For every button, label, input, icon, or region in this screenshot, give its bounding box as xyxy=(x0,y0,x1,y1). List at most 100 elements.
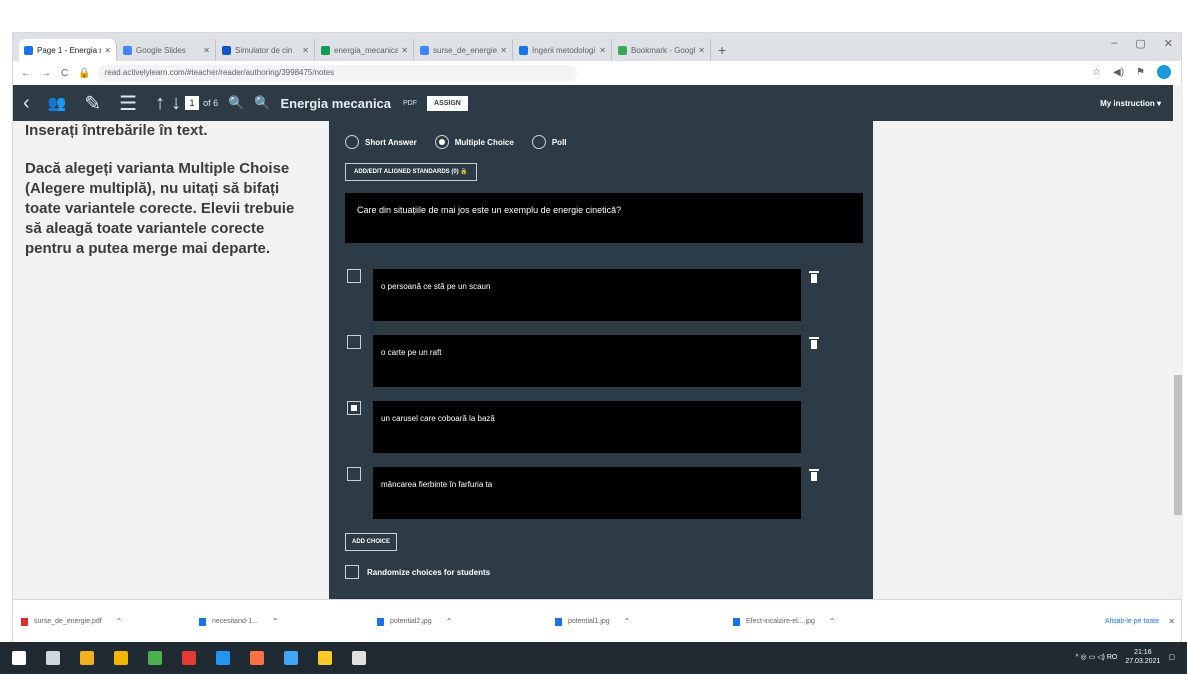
notification-icon[interactable]: ▢ xyxy=(1168,653,1175,661)
media-icon[interactable]: ◀) xyxy=(1113,67,1124,78)
windows-icon[interactable] xyxy=(12,651,26,665)
add-choice-button[interactable]: ADD CHOICE xyxy=(345,533,398,551)
question-text-field[interactable]: Care din situațiile de mai jos este un e… xyxy=(345,193,863,243)
radio-circle xyxy=(345,135,359,149)
page-count: of 6 xyxy=(203,98,219,108)
choice-text-field[interactable]: o carte pe un raft xyxy=(373,335,801,387)
close-tab-icon[interactable]: ✕ xyxy=(698,46,705,55)
close-tab-icon[interactable]: ✕ xyxy=(599,46,606,55)
system-tray: ^ ◎ ▭ ◁) RO 21:16 27.03.2021 ▢ xyxy=(1075,648,1175,666)
randomize-option[interactable]: Randomize choices for students xyxy=(345,565,490,579)
correct-checkbox[interactable] xyxy=(347,335,361,349)
chevron-up-icon[interactable]: ⌃ xyxy=(116,617,123,626)
url-field[interactable]: read.activelylearn.com/#teacher/reader/a… xyxy=(96,65,577,81)
aligned-standards-button[interactable]: ADD/EDIT ALIGNED STANDARDS (0) 🔒 xyxy=(345,163,477,181)
page-number-input[interactable]: 1 xyxy=(185,96,200,110)
notes-icon[interactable]: ☰ xyxy=(119,91,137,116)
profile-avatar[interactable] xyxy=(1157,65,1171,79)
chevron-left-icon[interactable]: ‹ xyxy=(23,92,30,115)
trash-icon[interactable] xyxy=(809,271,819,283)
new-tab-button[interactable]: + xyxy=(718,42,726,58)
reload-icon[interactable]: C xyxy=(61,68,68,79)
file-explorer-icon[interactable] xyxy=(80,651,94,665)
browser-tab[interactable]: Bookmark - Google Sea✕ xyxy=(613,39,711,61)
edit-icon[interactable]: ✎ xyxy=(84,91,101,116)
browser-tab[interactable]: Ingerii metodologi ✕ xyxy=(514,39,612,61)
download-item[interactable]: potential2.jpg ⌃ xyxy=(377,617,555,626)
maximize-button[interactable]: ▢ xyxy=(1135,37,1145,50)
arrow-up-icon[interactable]: ↑ xyxy=(155,92,165,115)
radio-short-answer[interactable]: Short Answer xyxy=(345,135,417,149)
page-scrollbar[interactable] xyxy=(1173,85,1183,599)
tab-title: Bookmark - Google Sea xyxy=(631,45,695,55)
clock[interactable]: 21:16 27.03.2021 xyxy=(1125,648,1160,666)
bookmark-star-icon[interactable]: ☆ xyxy=(1092,67,1101,78)
chrome-icon[interactable] xyxy=(114,651,128,665)
download-item[interactable]: Efect-incalzire-el....jpg ⌃ xyxy=(733,617,911,626)
choice-text-field[interactable]: o persoană ce stă pe un scaun xyxy=(373,269,801,321)
trash-icon[interactable] xyxy=(809,469,819,481)
tab-favicon xyxy=(420,45,429,55)
tab-favicon xyxy=(519,45,528,55)
download-item[interactable]: potential1.jpg ⌃ xyxy=(555,617,733,626)
show-all-downloads-link[interactable]: Afișați-le pe toate xyxy=(1105,618,1159,625)
chevron-up-icon[interactable]: ⌃ xyxy=(446,617,453,626)
close-tab-icon[interactable]: ✕ xyxy=(104,46,111,55)
radio-multiple-choice[interactable]: Multiple Choice xyxy=(434,135,514,149)
scrollbar-thumb[interactable] xyxy=(1174,375,1182,515)
tab-title: surse_de_energie xyxy=(433,45,498,55)
tab-strip: Page 1 - Energia meca✕Google Slides✕Simu… xyxy=(13,33,1181,61)
browser-tab[interactable]: Simulator de cin ✕ xyxy=(217,39,315,61)
browser-tab[interactable]: energia_mecanica ✕ xyxy=(316,39,414,61)
correct-checkbox[interactable] xyxy=(347,401,361,415)
close-tab-icon[interactable]: ✕ xyxy=(500,46,507,55)
download-item[interactable]: necesitand-1... ⌃ xyxy=(199,617,377,626)
forward-icon[interactable]: → xyxy=(41,68,51,79)
randomize-checkbox[interactable] xyxy=(345,565,359,579)
trash-icon[interactable] xyxy=(809,337,819,349)
minimize-button[interactable]: – xyxy=(1111,37,1117,50)
my-instruction-menu[interactable]: My instruction ▾ xyxy=(1100,99,1161,108)
tray-icons[interactable]: ^ ◎ ▭ ◁) RO xyxy=(1075,653,1117,661)
choice-text-field[interactable]: un carusel care coboară la bază xyxy=(373,401,801,453)
correct-checkbox[interactable] xyxy=(347,269,361,283)
choice-text-field[interactable]: mâncarea fierbinte în farfuria ta xyxy=(373,467,801,519)
browser-tab[interactable]: surse_de_energie ✕ xyxy=(415,39,513,61)
close-tab-icon[interactable]: ✕ xyxy=(401,46,408,55)
radio-poll[interactable]: Poll xyxy=(531,135,567,149)
correct-checkbox[interactable] xyxy=(347,467,361,481)
assign-button[interactable]: ASSIGN xyxy=(427,95,468,111)
extension-icon[interactable]: ⚑ xyxy=(1136,67,1145,78)
browser-tab[interactable]: Page 1 - Energia meca✕ xyxy=(19,39,117,61)
download-item[interactable]: surse_de_energie.pdf ⌃ xyxy=(21,617,199,626)
file-icon xyxy=(377,617,384,626)
pdf-button[interactable]: PDF xyxy=(403,100,417,107)
opera-icon[interactable] xyxy=(182,651,196,665)
chevron-up-icon[interactable]: ⌃ xyxy=(272,617,279,626)
chevron-up-icon[interactable]: ⌃ xyxy=(624,617,631,626)
photoshop-icon[interactable] xyxy=(216,651,230,665)
close-tab-icon[interactable]: ✕ xyxy=(203,46,210,55)
chevron-up-icon[interactable]: ⌃ xyxy=(829,617,836,626)
back-icon[interactable]: ← xyxy=(21,68,31,79)
zoom-out-icon[interactable]: 🔍 xyxy=(228,95,244,111)
files-icon[interactable] xyxy=(148,651,162,665)
file-icon xyxy=(733,617,740,626)
close-tab-icon[interactable]: ✕ xyxy=(302,46,309,55)
folder-icon[interactable] xyxy=(318,651,332,665)
browser-tab[interactable]: Google Slides ✕ xyxy=(118,39,216,61)
chrome-active-icon[interactable] xyxy=(250,651,264,665)
close-window-button[interactable]: ✕ xyxy=(1164,37,1173,50)
lock-icon: 🔒 xyxy=(78,67,91,79)
zoom-in-icon[interactable]: 🔍 xyxy=(254,95,270,111)
choice-row: o persoană ce stă pe un scaun xyxy=(345,269,819,321)
search-icon[interactable] xyxy=(46,651,60,665)
close-shelf-icon[interactable]: ✕ xyxy=(1168,617,1175,626)
users-icon[interactable]: 👥 xyxy=(48,94,67,112)
arrow-down-icon[interactable]: ↓ xyxy=(171,92,181,115)
edge-icon[interactable] xyxy=(284,651,298,665)
paint-icon[interactable] xyxy=(352,651,366,665)
document-title: Energia mecanica xyxy=(280,95,392,111)
tab-title: Simulator de cin xyxy=(235,45,293,55)
tab-favicon xyxy=(618,45,627,55)
